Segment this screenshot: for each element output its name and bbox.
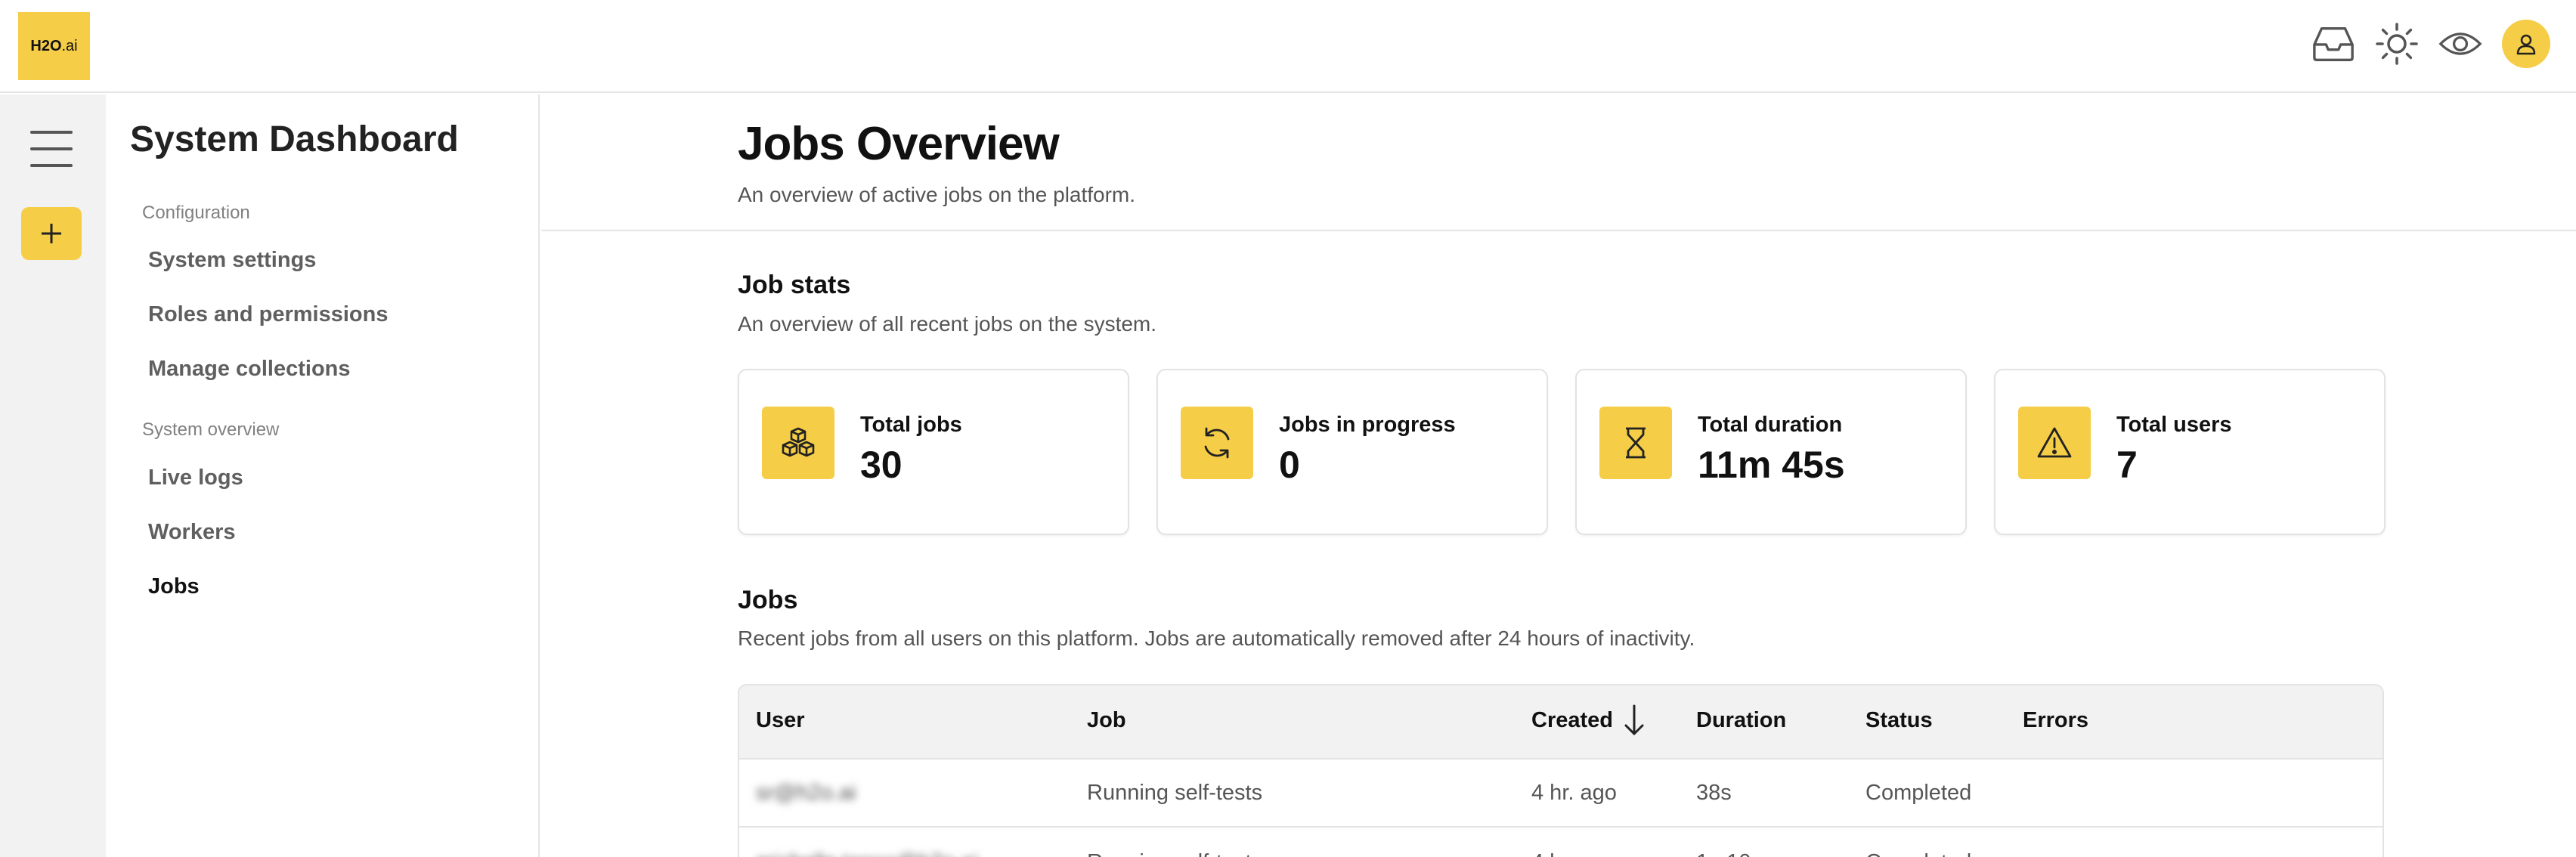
cell-user: michelle.tanco@h2o.ai <box>756 850 978 857</box>
sun-icon[interactable] <box>2375 22 2419 66</box>
column-header-job[interactable]: Job <box>1087 708 1126 733</box>
logo-text: H2O <box>30 37 62 54</box>
hourglass-icon <box>1599 407 1672 479</box>
stat-label: Total users <box>2116 413 2232 437</box>
user-icon <box>2516 34 2536 55</box>
stat-label: Total jobs <box>860 413 962 437</box>
logo-suffix: .ai <box>61 37 78 54</box>
sidebar-item-system-settings[interactable]: System settings <box>148 248 316 273</box>
section-label-system-overview: System overview <box>142 419 280 440</box>
column-header-status[interactable]: Status <box>1865 708 1933 733</box>
page-header: Jobs Overview An overview of active jobs… <box>541 94 2576 231</box>
cell-duration: 38s <box>1696 781 1732 805</box>
section-label-configuration: Configuration <box>142 203 250 223</box>
cell-status: Completed <box>1865 781 1972 805</box>
page-title: Jobs Overview <box>738 118 1060 170</box>
stat-value: 11m 45s <box>1698 444 1845 486</box>
stats-subtitle: An overview of all recent jobs on the sy… <box>738 312 1157 336</box>
stat-value: 30 <box>860 444 903 486</box>
top-icons <box>2311 20 2550 68</box>
top-bar: H2O .ai <box>0 0 2576 93</box>
sidebar-item-jobs[interactable]: Jobs <box>148 574 200 599</box>
sidebar-item-live-logs[interactable]: Live logs <box>148 466 243 490</box>
stat-card-total-duration: Total duration 11m 45s <box>1575 369 1967 535</box>
column-header-errors[interactable]: Errors <box>2023 708 2088 733</box>
plus-icon <box>42 224 61 243</box>
cell-duration: 1m10s <box>1696 850 1762 857</box>
cell-user: sr@h2o.ai <box>756 781 856 805</box>
table-header: User Job Created Duration Status Errors <box>739 685 2382 760</box>
refresh-icon <box>1181 407 1253 479</box>
stat-value: 0 <box>1279 444 1300 486</box>
jobs-table: User Job Created Duration Status Errors … <box>738 684 2384 857</box>
cell-job: Running self-tests <box>1087 850 1262 857</box>
left-rail <box>0 94 106 857</box>
sidebar: System Dashboard Configuration System se… <box>106 94 540 857</box>
menu-icon[interactable] <box>30 131 73 167</box>
stat-card-jobs-in-progress: Jobs in progress 0 <box>1156 369 1548 535</box>
sidebar-item-workers[interactable]: Workers <box>148 520 236 545</box>
cell-status: Completed <box>1865 850 1971 857</box>
warning-icon <box>2018 407 2091 479</box>
stat-label: Jobs in progress <box>1279 413 1456 437</box>
sort-descending-icon <box>1624 704 1644 735</box>
inbox-icon[interactable] <box>2311 22 2355 66</box>
cell-created: 4 hr. ago <box>1531 850 1617 857</box>
jobs-title: Jobs <box>738 586 798 614</box>
page-subtitle: An overview of active jobs on the platfo… <box>738 183 1136 206</box>
column-header-duration[interactable]: Duration <box>1696 708 1786 733</box>
table-row[interactable]: sr@h2o.ai Running self-tests 4 hr. ago 3… <box>739 760 2382 828</box>
stat-label: Total duration <box>1698 413 1843 437</box>
eye-icon[interactable] <box>2438 22 2482 66</box>
column-header-created[interactable]: Created <box>1531 704 1644 735</box>
stat-card-total-jobs: Total jobs 30 <box>738 369 1129 535</box>
column-header-user[interactable]: User <box>756 708 805 733</box>
sidebar-item-roles-permissions[interactable]: Roles and permissions <box>148 302 389 327</box>
column-header-created-label: Created <box>1531 708 1613 732</box>
cell-job: Running self-tests <box>1087 781 1263 805</box>
add-button[interactable] <box>21 207 82 260</box>
user-avatar[interactable] <box>2502 20 2550 68</box>
jobs-subtitle: Recent jobs from all users on this platf… <box>738 627 1695 650</box>
table-row[interactable]: michelle.tanco@h2o.ai Running self-tests… <box>739 829 2382 857</box>
stats-title: Job stats <box>738 271 851 299</box>
sidebar-item-manage-collections[interactable]: Manage collections <box>148 357 351 382</box>
stat-card-total-users: Total users 7 <box>1994 369 2386 535</box>
main-content: Jobs Overview An overview of active jobs… <box>541 94 2576 857</box>
cell-created: 4 hr. ago <box>1531 781 1617 805</box>
sidebar-title: System Dashboard <box>130 119 459 159</box>
cubes-icon <box>762 407 834 479</box>
h2o-logo[interactable]: H2O .ai <box>18 12 90 80</box>
stat-value: 7 <box>2116 444 2138 486</box>
